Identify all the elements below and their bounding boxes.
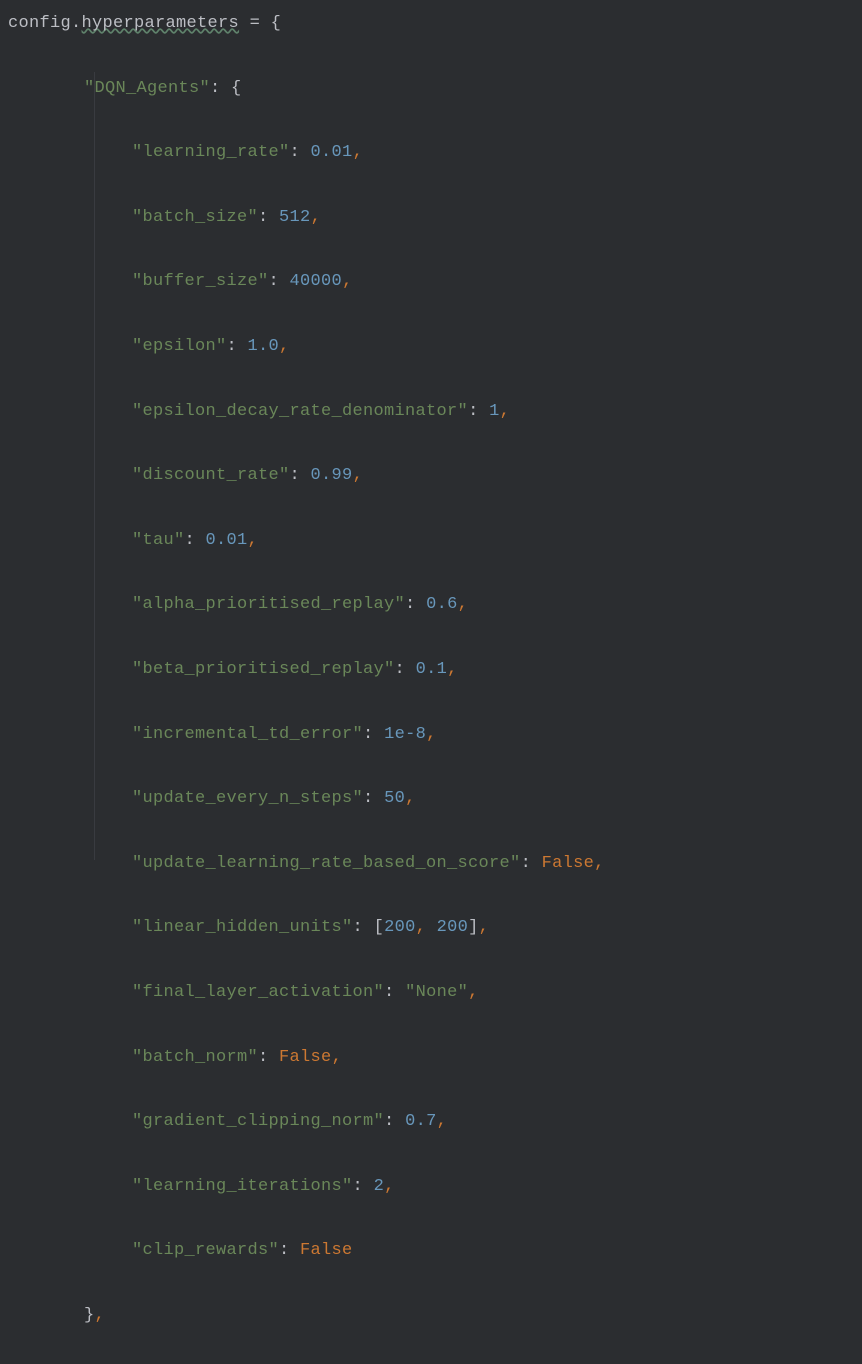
code-line-entry[interactable]: "tau": 0.01, (4, 525, 862, 557)
dict-key: "learning_iterations" (132, 1177, 353, 1196)
dict-key: "epsilon_decay_rate_denominator" (132, 402, 468, 421)
dict-value: "None" (405, 983, 468, 1002)
code-line-entry[interactable]: "epsilon": 1.0, (4, 331, 862, 363)
dict-value: 0.99 (311, 466, 353, 485)
code-line-entry[interactable]: "batch_norm": False, (4, 1042, 862, 1074)
code-line-entry[interactable]: "buffer_size": 40000, (4, 266, 862, 298)
code-line-entry[interactable]: "update_every_n_steps": 50, (4, 783, 862, 815)
dict-key: "batch_norm" (132, 1048, 258, 1067)
dict-value: 512 (279, 208, 311, 227)
identifier-config: config (8, 14, 71, 33)
dict-value: 1 (489, 402, 500, 421)
dict-key: "gradient_clipping_norm" (132, 1112, 384, 1131)
dict-key: "epsilon" (132, 337, 227, 356)
code-line-assignment[interactable]: config.hyperparameters = { (4, 8, 862, 40)
code-line-entry[interactable]: "incremental_td_error": 1e-8, (4, 719, 862, 751)
code-line-entry[interactable]: "learning_iterations": 2, (4, 1171, 862, 1203)
code-line-section-open[interactable]: "DQN_Agents": { (4, 73, 862, 105)
dict-key: "DQN_Agents" (84, 79, 210, 98)
dict-key: "update_learning_rate_based_on_score" (132, 854, 521, 873)
dict-value: 2 (374, 1177, 385, 1196)
dict-value: False (300, 1241, 353, 1260)
dict-value: 0.6 (426, 595, 458, 614)
dict-key: "tau" (132, 531, 185, 550)
list-value: 200 (384, 918, 416, 937)
dict-key: "beta_prioritised_replay" (132, 660, 395, 679)
code-line-entry[interactable]: "batch_size": 512, (4, 202, 862, 234)
indent-guide (94, 72, 95, 860)
dict-value: 0.01 (206, 531, 248, 550)
dict-value: 1.0 (248, 337, 280, 356)
identifier-hyperparameters: hyperparameters (82, 14, 240, 33)
dict-key: "final_layer_activation" (132, 983, 384, 1002)
code-line-entry[interactable]: "learning_rate": 0.01, (4, 137, 862, 169)
dict-value: 0.7 (405, 1112, 437, 1131)
dict-key: "linear_hidden_units" (132, 918, 353, 937)
code-line-entry[interactable]: "clip_rewards": False (4, 1235, 862, 1267)
dict-key: "batch_size" (132, 208, 258, 227)
dict-key: "update_every_n_steps" (132, 789, 363, 808)
dict-value: 50 (384, 789, 405, 808)
code-line-entry[interactable]: "alpha_prioritised_replay": 0.6, (4, 589, 862, 621)
code-line-section-close[interactable]: }, (4, 1300, 862, 1332)
dict-value: 40000 (290, 272, 343, 291)
code-line-entry[interactable]: "final_layer_activation": "None", (4, 977, 862, 1009)
dict-value: 1e-8 (384, 725, 426, 744)
dict-value: 0.01 (311, 143, 353, 162)
dict-key: "discount_rate" (132, 466, 290, 485)
dict-key: "alpha_prioritised_replay" (132, 595, 405, 614)
dict-value: False (542, 854, 595, 873)
dict-key: "incremental_td_error" (132, 725, 363, 744)
code-editor-content[interactable]: config.hyperparameters = { "DQN_Agents":… (4, 8, 862, 1364)
code-line-entry[interactable]: "epsilon_decay_rate_denominator": 1, (4, 396, 862, 428)
dict-key: "learning_rate" (132, 143, 290, 162)
code-line-entry[interactable]: "beta_prioritised_replay": 0.1, (4, 654, 862, 686)
dict-key: "clip_rewards" (132, 1241, 279, 1260)
dict-value: False (279, 1048, 332, 1067)
code-line-entry[interactable]: "gradient_clipping_norm": 0.7, (4, 1106, 862, 1138)
list-value: 200 (437, 918, 469, 937)
code-line-entry[interactable]: "discount_rate": 0.99, (4, 460, 862, 492)
code-line-entry[interactable]: "linear_hidden_units": [200, 200], (4, 912, 862, 944)
dict-value: 0.1 (416, 660, 448, 679)
dict-key: "buffer_size" (132, 272, 269, 291)
code-line-entry[interactable]: "update_learning_rate_based_on_score": F… (4, 848, 862, 880)
